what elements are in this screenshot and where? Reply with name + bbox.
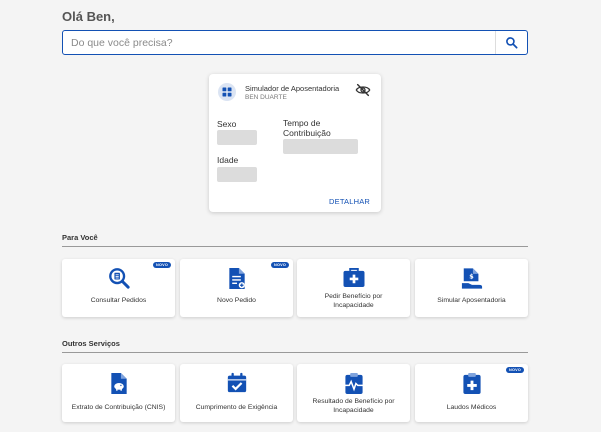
new-badge: NOVO (153, 262, 171, 268)
simulator-user-name: BEN DUARTE (245, 94, 287, 101)
new-badge: NOVO (271, 262, 289, 268)
document-hand-icon: $ (461, 268, 482, 289)
sexo-label: Sexo (217, 119, 237, 129)
greeting-title: Olá Ben, (62, 9, 115, 24)
grid-icon (222, 87, 232, 97)
calendar-check-icon (227, 372, 246, 393)
medical-briefcase-icon (343, 267, 364, 288)
eye-off-icon (355, 83, 371, 97)
simulator-card: Simulador de Aposentadoria BEN DUARTE Se… (209, 74, 381, 212)
tile-label-line1: Resultado de Benefício por (312, 398, 395, 405)
tile-label-line2: Incapacidade (333, 406, 374, 414)
detalhar-link[interactable]: DETALHAR (329, 197, 370, 206)
tile-label: Novo Pedido (217, 297, 256, 304)
tile-laudos-medicos[interactable]: NOVO Laudos Médicos (415, 364, 528, 422)
idade-value-placeholder (217, 167, 257, 182)
tile-consultar-pedidos[interactable]: NOVO Consultar Pedidos (62, 259, 175, 317)
tile-label-line2: Incapacidade (333, 301, 374, 309)
tile-pedir-beneficio[interactable]: Pedir Benefício por Incapacidade (297, 259, 410, 317)
new-document-icon (228, 267, 245, 290)
search-icon (506, 37, 518, 49)
new-badge: NOVO (506, 367, 524, 373)
idade-label: Idade (217, 155, 239, 165)
tempo-label: Tempo de Contribuição (283, 118, 331, 138)
search-document-icon (108, 268, 130, 289)
section-title-outros-servicos: Outros Serviços (62, 339, 120, 348)
simulator-title: Simulador de Aposentadoria (245, 84, 340, 93)
tile-novo-pedido[interactable]: NOVO Novo Pedido (180, 259, 293, 317)
section-divider (62, 352, 528, 353)
search-bar (62, 30, 528, 55)
tempo-label-line2: Contribuição (283, 127, 331, 138)
search-input[interactable] (63, 36, 495, 49)
tile-label: Resultado de Benefício por Incapacidade (301, 398, 406, 415)
tile-label: Pedir Benefício por Incapacidade (301, 293, 406, 310)
toggle-visibility-button[interactable] (355, 83, 371, 97)
tile-label: Extrato de Contribuição (CNIS) (71, 404, 166, 411)
tile-cumprimento-exigencia[interactable]: Cumprimento de Exigência (180, 364, 293, 422)
tile-label-line1: Pedir Benefício por (324, 293, 383, 300)
tile-simular-aposentadoria[interactable]: $ Simular Aposentadoria (415, 259, 528, 317)
sexo-value-placeholder (217, 130, 257, 145)
tile-label: Consultar Pedidos (90, 297, 147, 304)
search-button[interactable] (495, 31, 527, 54)
clipboard-plus-icon (462, 373, 481, 394)
section-divider (62, 246, 528, 247)
tempo-value-placeholder (283, 139, 358, 154)
section-title-para-voce: Para Você (62, 233, 98, 242)
tile-label: Laudos Médicos (446, 404, 497, 411)
clipboard-pulse-icon (343, 373, 364, 394)
simulator-icon-badge (218, 83, 236, 101)
tile-label: Simular Aposentadoria (437, 297, 506, 304)
tile-resultado-beneficio[interactable]: Resultado de Benefício por Incapacidade (297, 364, 410, 422)
svg-text:$: $ (469, 273, 474, 281)
tile-extrato-cnis[interactable]: Extrato de Contribuição (CNIS) (62, 364, 175, 422)
piggy-document-icon (110, 372, 127, 395)
tile-label: Cumprimento de Exigência (195, 404, 278, 411)
